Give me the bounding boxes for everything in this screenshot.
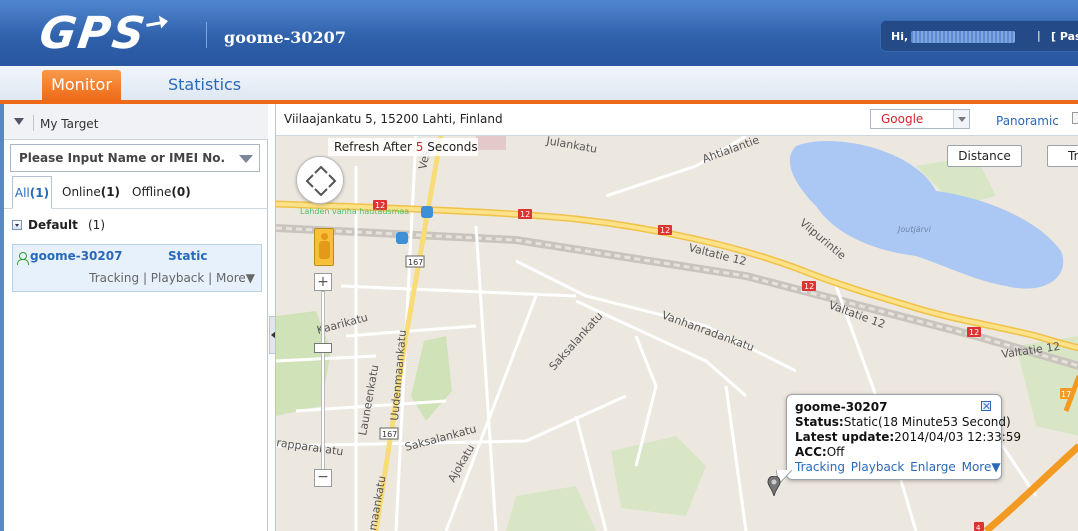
username-masked <box>911 31 1015 43</box>
app-header: GPS goome-30207 Hi, | [ Pas <box>0 0 1078 66</box>
header-separator <box>33 115 34 131</box>
device-actions: Tracking | Playback | More▼ <box>89 271 255 285</box>
tab-offline-label: Offline <box>132 185 172 199</box>
popup-status-value: Static(18 Minute53 Second) <box>843 415 1011 429</box>
map-toolbar: Viilaajankatu 5, 15200 Lahti, Finland Go… <box>276 104 1078 136</box>
tab-all[interactable]: All(1) <box>12 176 52 209</box>
collapse-triangle-icon[interactable] <box>14 118 24 125</box>
map-panel: Viilaajankatu 5, 15200 Lahti, Finland Go… <box>275 104 1078 531</box>
popup-tracking-link[interactable]: Tracking <box>795 460 845 474</box>
route-12-label: 12 <box>969 328 979 337</box>
popup-playback-link[interactable]: Playback <box>851 460 905 474</box>
my-target-header[interactable]: My Target <box>4 104 268 140</box>
password-link[interactable]: [ Pas <box>1051 30 1078 43</box>
device-list-item[interactable]: goome-30207 Static Tracking | Playback |… <box>12 244 262 292</box>
tab-all-count: (1) <box>29 186 50 200</box>
device-title: goome-30207 <box>224 28 346 47</box>
tab-monitor[interactable]: Monitor <box>42 70 121 100</box>
map-provider-value: Google <box>881 112 924 126</box>
search-input[interactable] <box>11 145 231 171</box>
group-count: (1) <box>88 218 105 232</box>
my-target-label: My Target <box>40 117 99 131</box>
device-status: Static <box>168 249 208 263</box>
zoom-slider-thumb[interactable] <box>314 343 332 353</box>
device-marker-icon[interactable] <box>767 476 781 496</box>
popup-more-link[interactable]: More▼ <box>962 460 1001 474</box>
popup-acc-label: ACC: <box>795 445 827 459</box>
user-box: Hi, | [ Pas <box>880 20 1078 52</box>
panoramic-link[interactable]: Panoramic <box>996 114 1059 128</box>
zoom-in-button[interactable]: + <box>314 273 332 291</box>
action-separator: | <box>204 271 217 285</box>
refresh-suffix: Seconds <box>423 140 478 154</box>
tab-online-label: Online <box>62 185 101 199</box>
close-icon[interactable] <box>981 401 991 411</box>
tab-all-label: All <box>14 186 30 200</box>
route-12-label: 12 <box>660 226 670 235</box>
tab-online-count: (1) <box>100 185 121 199</box>
street-view-pegman-icon[interactable] <box>314 228 334 266</box>
distance-button[interactable]: Distance <box>947 145 1022 167</box>
route-17-label: 17 <box>1061 390 1071 399</box>
popup-update-value: 2014/04/03 12:33:59 <box>894 430 1022 444</box>
tab-offline-count: (0) <box>171 185 191 199</box>
gps-logo: GPS <box>36 8 150 59</box>
traffic-button[interactable]: Tr <box>1047 145 1078 167</box>
popup-acc-value: Off <box>826 445 845 459</box>
pan-arrows-icon <box>305 165 337 197</box>
panoramic-checkbox[interactable] <box>1072 112 1078 124</box>
popup-update-label: Latest update: <box>795 430 895 444</box>
tab-offline[interactable]: Offline(0) <box>132 176 191 209</box>
route-12-label: 12 <box>520 210 530 219</box>
device-info-popup: goome-30207 Status:Static(18 Minute53 Se… <box>786 394 1021 480</box>
zoom-slider-track[interactable] <box>321 291 325 471</box>
zoom-out-button[interactable]: − <box>314 469 332 487</box>
current-address: Viilaajankatu 5, 15200 Lahti, Finland <box>284 112 503 126</box>
popup-enlarge-link[interactable]: Enlarge <box>910 460 956 474</box>
group-name: Default <box>28 218 78 232</box>
logo-arrow-icon <box>146 15 169 29</box>
tracking-link[interactable]: Tracking <box>89 271 139 285</box>
user-greeting: Hi, <box>891 30 909 43</box>
map-provider-select[interactable]: Google <box>870 109 970 129</box>
chevron-down-icon[interactable] <box>239 155 253 163</box>
header-divider <box>206 22 207 48</box>
device-name[interactable]: goome-30207 <box>30 249 122 263</box>
more-link[interactable]: More▼ <box>216 271 255 285</box>
refresh-prefix: Refresh After <box>334 140 416 154</box>
group-toggle-icon[interactable] <box>12 220 22 230</box>
map-canvas[interactable]: 12 12 12 12 12 167 167 17 4 Valtatie 12 … <box>276 136 1078 531</box>
playback-link[interactable]: Playback <box>151 271 205 285</box>
target-search-box[interactable] <box>10 144 260 172</box>
target-sidebar: My Target All(1) Online(1) Offline(0) De… <box>0 104 268 531</box>
filter-tabs: All(1) Online(1) Offline(0) <box>4 176 268 209</box>
label-joutjarvi: Joutjärvi <box>896 225 932 234</box>
action-separator: | <box>139 271 151 285</box>
user-divider: | <box>1037 29 1041 42</box>
popup-status-label: Status: <box>795 415 844 429</box>
pan-control[interactable] <box>296 156 344 204</box>
chevron-down-icon[interactable] <box>953 110 969 128</box>
popup-device-name: goome-30207 <box>795 400 888 414</box>
route-4-label: 4 <box>976 524 981 531</box>
tab-statistics[interactable]: Statistics <box>168 70 241 100</box>
refresh-indicator: Refresh After 5 Seconds <box>328 138 478 156</box>
building <box>476 136 506 150</box>
route-12-label: 12 <box>804 282 814 291</box>
label-cemetery: Lahden vanha hautausmaa <box>300 207 409 216</box>
route-167-label: 167 <box>408 258 423 267</box>
tab-online[interactable]: Online(1) <box>62 176 120 209</box>
person-icon <box>17 252 29 265</box>
route-167-label: 167 <box>382 430 397 439</box>
popup-links: Tracking Playback Enlarge More▼ <box>795 460 1001 475</box>
main-nav: Monitor Statistics <box>0 66 1078 104</box>
